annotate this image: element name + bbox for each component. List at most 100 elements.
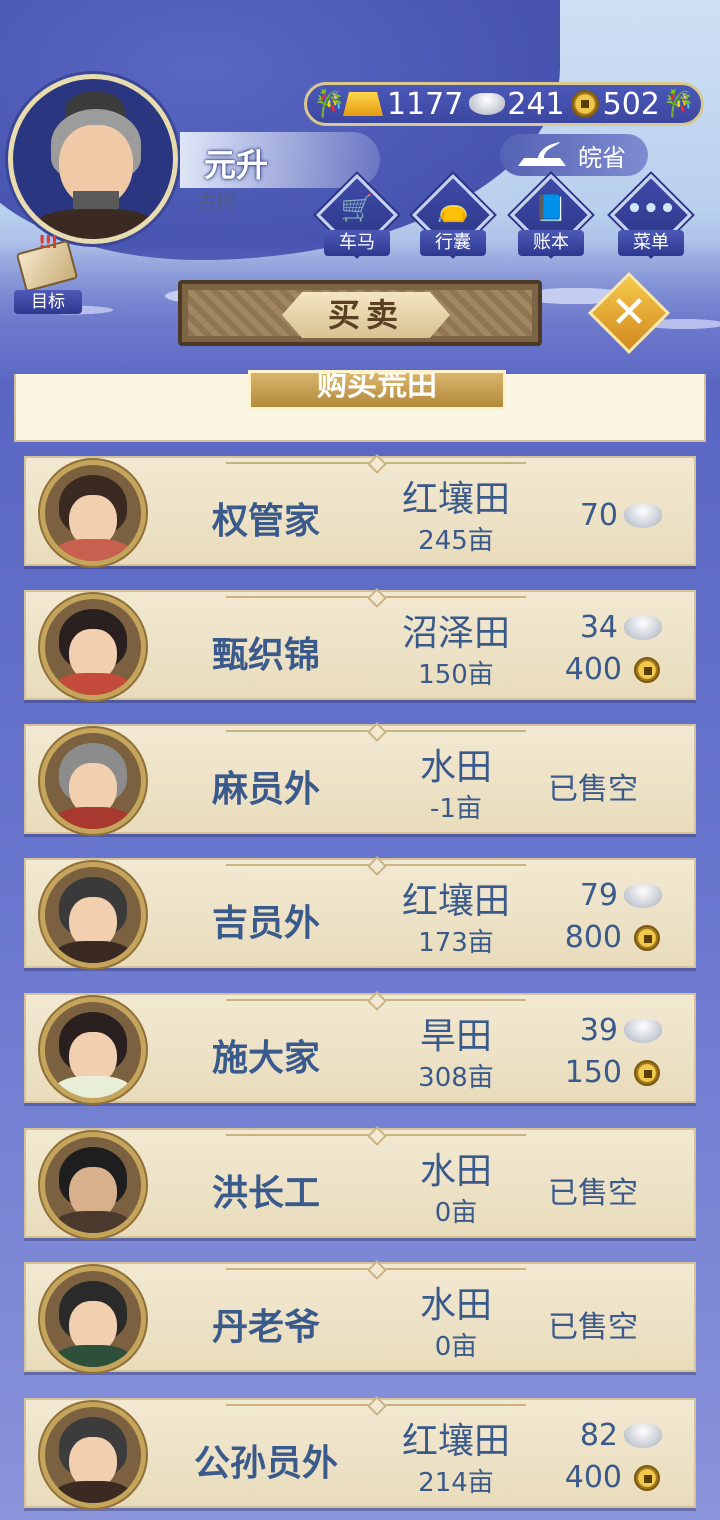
gold-ingot-icon [343,92,383,116]
alert-icon: !!! [38,232,59,253]
menu-button-carriage[interactable]: 🛒 车马 [315,173,399,264]
land-type: 红壤田 [401,1421,510,1462]
land-type: 旱田 [419,1016,492,1057]
carriage-icon: 🛒 [340,194,374,224]
copper-coin-icon [634,1464,660,1491]
land-area: 173亩 [418,928,494,958]
menu-label-carriage: 车马 [324,230,390,256]
bamboo-right-icon: 🎋 [662,89,695,119]
seller-avatar [40,728,146,834]
goal-label: 目标 [14,290,82,314]
land-type: 水田 [419,1151,492,1192]
seller-name: 吉员外 [211,903,320,944]
silver-ingot-icon [624,1018,662,1043]
location-building-icon [518,142,566,166]
page-title: 买卖 [282,292,450,338]
land-type: 水田 [419,747,492,788]
land-area: 0亩 [434,1332,478,1362]
menu-button-bag[interactable]: 👝 行囊 [411,173,495,264]
silver-ingot-icon [624,503,662,528]
silver-price-value: 70 [579,498,618,533]
close-icon[interactable]: ✕ [600,284,658,342]
location-button[interactable]: 皖省 [500,134,648,176]
copper-coin-icon [634,924,660,951]
silver-price-value: 39 [579,1013,618,1048]
player-name: 元升 [204,146,269,184]
land-area: 150亩 [418,660,494,690]
copper-amount: 502 [602,86,660,122]
silver-amount: 241 [507,86,565,122]
seller-avatar [40,1132,146,1238]
player-age-label: 古稀 [196,190,236,214]
bag-icon: 👝 [436,194,470,224]
land-type: 水田 [419,1285,492,1326]
seller-avatar [40,997,146,1103]
seller-row[interactable]: 甄织锦 沼泽田 150亩 34 400 [24,590,696,700]
land-type: 沼泽田 [401,613,510,654]
seller-row[interactable]: 麻员外 水田 -1亩 已售空 [24,724,696,834]
seller-avatar [40,1402,146,1508]
goal-button[interactable]: !!! 目标 [10,232,86,316]
land-type: 红壤田 [401,479,510,520]
section-paper: 购买荒田 [14,370,706,442]
bamboo-left-icon: 🎋 [313,89,346,119]
menu-button-ledger[interactable]: 📘 账本 [509,173,593,264]
seller-avatar [40,460,146,566]
copper-price: 400 [565,1460,664,1495]
copper-price: 400 [565,652,664,687]
seller-avatar [40,862,146,968]
seller-name: 权管家 [211,501,320,542]
sold-out-label: 已售空 [548,772,638,807]
copper-coin-icon [634,1059,660,1086]
seller-row[interactable]: 丹老爷 水田 0亩 已售空 [24,1262,696,1372]
silver-price: 79 [580,878,664,913]
sold-out-label: 已售空 [548,1176,638,1211]
seller-name: 公孙员外 [193,1443,338,1484]
seller-row[interactable]: 施大家 旱田 308亩 39 150 [24,993,696,1103]
land-area: -1亩 [430,794,482,824]
land-type: 红壤田 [401,881,510,922]
copper-price: 150 [565,1055,664,1090]
menu-button-more[interactable]: ••• 菜单 [609,173,693,264]
menu-label-ledger: 账本 [518,230,584,256]
location-label: 皖省 [578,143,626,172]
seller-name: 甄织锦 [211,635,320,676]
sold-out-label: 已售空 [548,1310,638,1345]
land-area: 308亩 [418,1063,494,1093]
seller-name: 丹老爷 [211,1307,320,1348]
menu-label-more: 菜单 [618,230,684,256]
copper-price-value: 800 [564,920,622,955]
copper-coin-icon [634,656,660,683]
silver-price-value: 82 [579,1418,618,1453]
player-avatar[interactable] [8,74,178,244]
seller-name: 麻员外 [211,769,320,810]
silver-ingot-icon [469,93,506,115]
silver-currency: 241 [469,86,565,122]
silver-price-value: 79 [579,878,618,913]
gold-amount: 1177 [387,86,464,122]
silver-ingot-icon [624,615,662,640]
buy-wasteland-button[interactable]: 购买荒田 [248,370,506,410]
land-area: 214亩 [418,1468,494,1498]
silver-price-value: 34 [579,610,618,645]
silver-price: 39 [580,1013,664,1048]
seller-row[interactable]: 吉员外 红壤田 173亩 79 800 [24,858,696,968]
ledger-icon: 📘 [534,194,568,224]
more-icon: ••• [626,194,676,224]
menu-label-bag: 行囊 [420,230,486,256]
copper-price-value: 400 [564,652,622,687]
copper-price-value: 150 [564,1055,622,1090]
seller-row[interactable]: 公孙员外 红壤田 214亩 82 400 [24,1398,696,1508]
seller-avatar [40,594,146,700]
currency-bar: 🎋 1177 241 502 🎋 [304,82,704,126]
copper-currency: 502 [570,86,660,122]
silver-price: 34 [580,610,664,645]
seller-row[interactable]: 洪长工 水田 0亩 已售空 [24,1128,696,1238]
seller-row[interactable]: 权管家 红壤田 245亩 70 [24,456,696,566]
gold-currency: 1177 [343,87,463,122]
banner-pattern: 买卖 [188,290,532,338]
seller-name: 施大家 [211,1038,320,1079]
land-area: 245亩 [418,526,494,556]
title-banner: 买卖 [178,280,542,346]
copper-coin-icon [570,90,599,118]
